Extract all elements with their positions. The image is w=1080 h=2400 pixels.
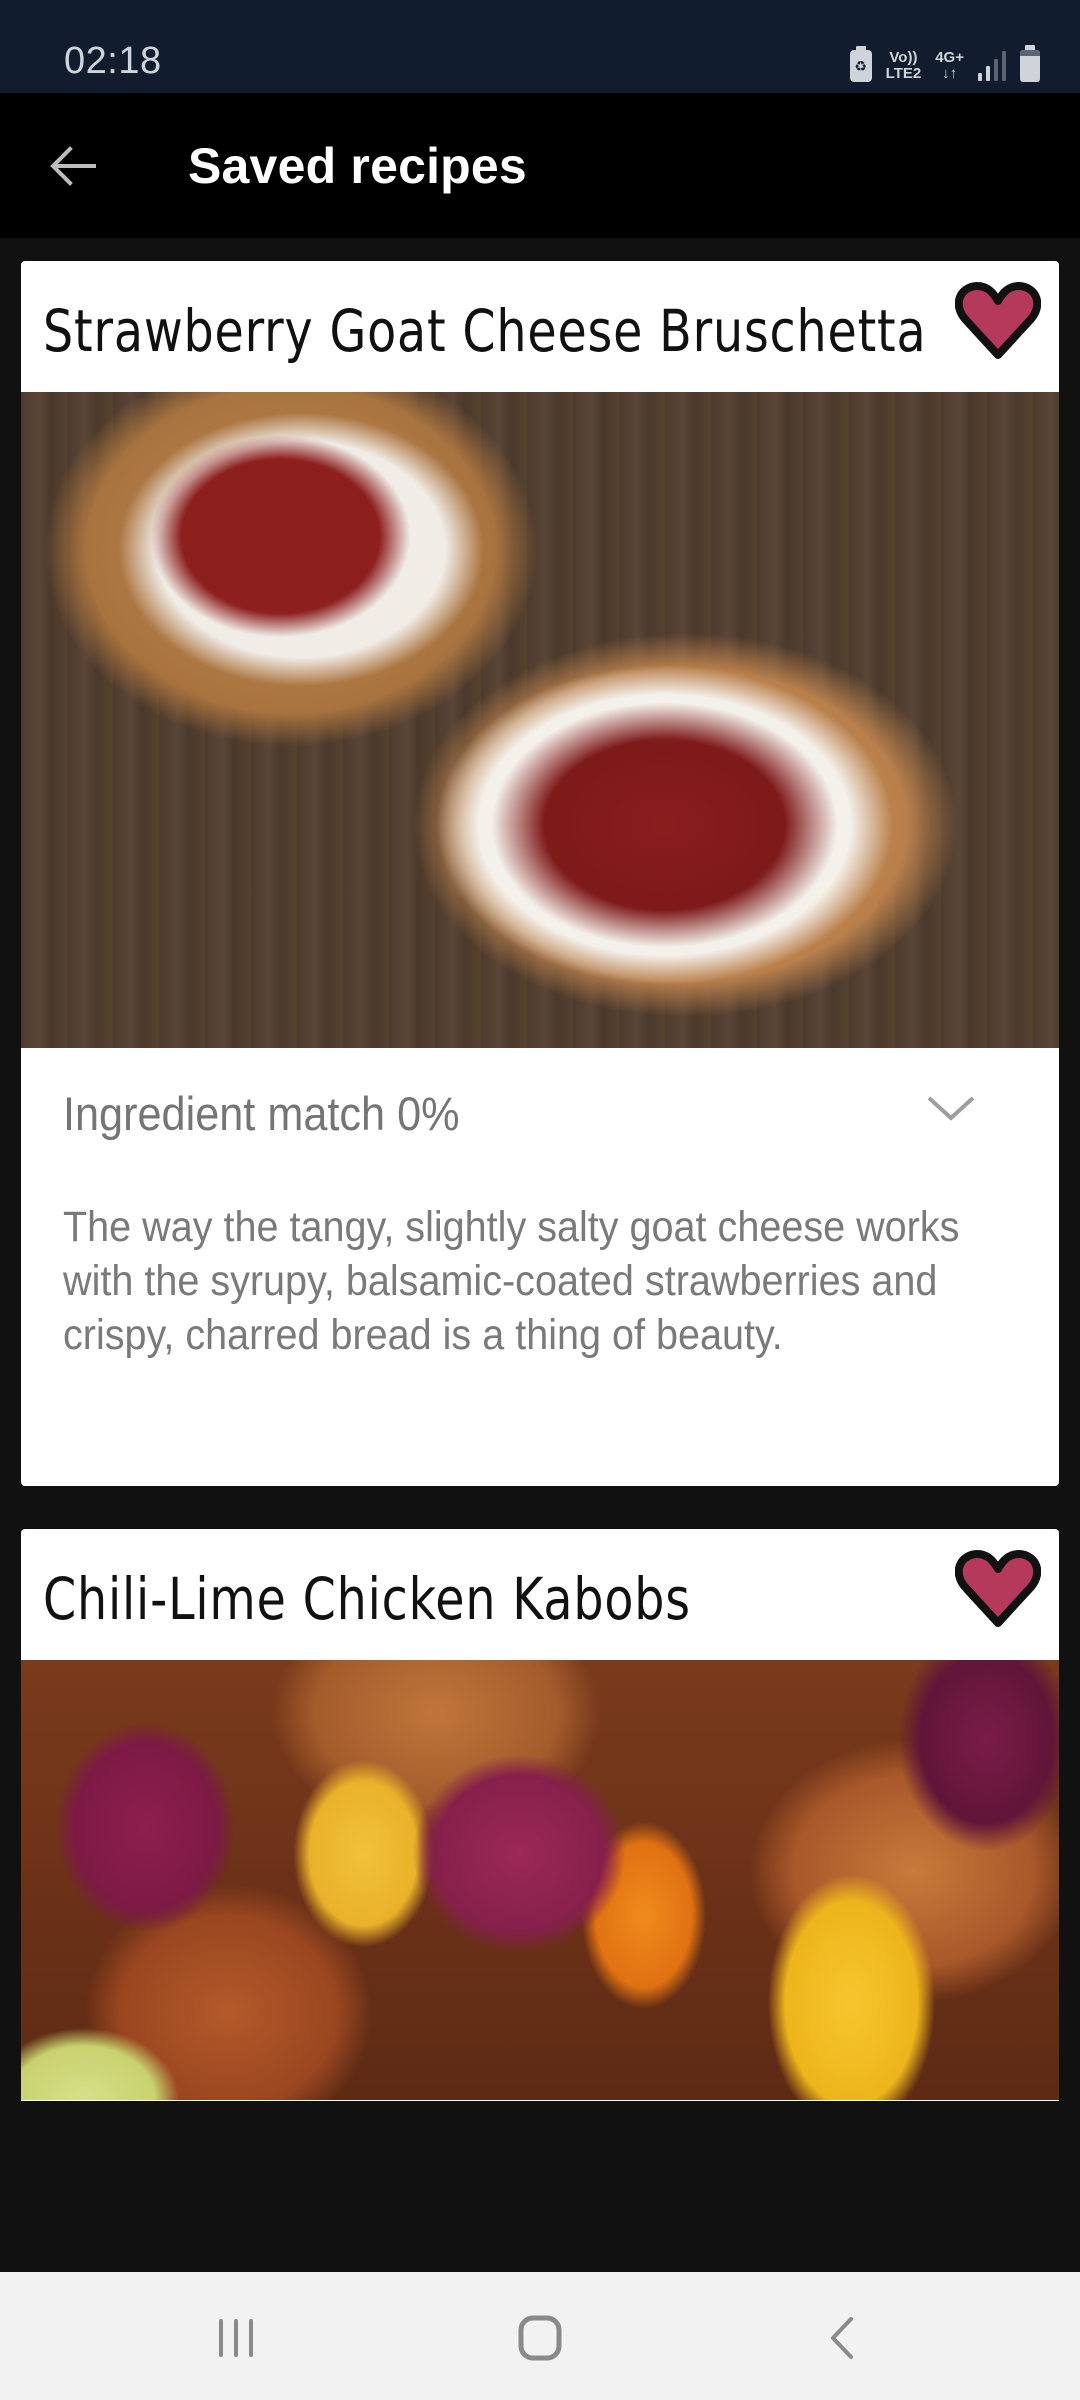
recipe-card-header: Strawberry Goat Cheese Bruschetta <box>21 261 1059 392</box>
home-button[interactable] <box>510 2308 570 2368</box>
signal-bar <box>994 59 998 81</box>
ingredient-match-toggle[interactable]: Ingredient match 0% <box>21 1048 1059 1180</box>
heart-icon <box>954 1550 1042 1627</box>
recipe-title[interactable]: Chili-Lime Chicken Kabobs <box>43 1565 691 1633</box>
chevron-down-icon[interactable] <box>923 1088 979 1128</box>
recipe-description-box: The way the tangy, slightly salty goat c… <box>21 1180 1059 1486</box>
recents-button[interactable] <box>206 2308 266 2368</box>
recipe-description: The way the tangy, slightly salty goat c… <box>63 1203 960 1359</box>
battery-icon <box>1020 45 1040 82</box>
recipe-image[interactable] <box>21 1660 1059 2100</box>
home-icon <box>518 2315 562 2361</box>
arrow-left-icon <box>50 146 96 186</box>
recents-icon <box>219 2319 253 2357</box>
recipe-card-header: Chili-Lime Chicken Kabobs <box>21 1529 1059 1660</box>
recipe-card[interactable]: Chili-Lime Chicken Kabobs <box>21 1529 1059 2101</box>
app-bar: Saved recipes <box>0 93 1080 238</box>
back-chevron-icon <box>831 2317 853 2359</box>
signal-bar <box>978 73 982 81</box>
lte2-label: LTE2 <box>885 65 922 82</box>
recipe-title[interactable]: Strawberry Goat Cheese Bruschetta <box>43 297 926 365</box>
battery-saver-glyph: ♻ <box>854 58 867 74</box>
signal-bar <box>986 66 990 81</box>
status-icons: ♻ Vo)) LTE2 4G+ ↓↑ <box>849 45 1040 86</box>
nav-back-button[interactable] <box>812 2308 872 2368</box>
favorite-button[interactable] <box>954 1549 1042 1629</box>
data-activity-arrows: ↓↑ <box>942 65 958 82</box>
network-type-label: 4G+ <box>935 49 964 66</box>
signal-icon <box>978 51 1006 81</box>
4g-plus-data-icon: 4G+ ↓↑ <box>935 50 964 82</box>
volte-label: Vo)) <box>889 49 918 66</box>
volte-lte2-icon: Vo)) LTE2 <box>886 50 922 82</box>
system-nav-bar <box>0 2272 1080 2400</box>
ingredient-match-label: Ingredient match 0% <box>63 1087 460 1140</box>
back-button[interactable] <box>40 133 106 199</box>
favorite-button[interactable] <box>954 281 1042 361</box>
status-time: 02:18 <box>64 40 162 82</box>
page-title: Saved recipes <box>188 138 527 194</box>
heart-icon <box>954 282 1042 359</box>
battery-saver-icon: ♻ <box>849 46 872 82</box>
recipe-image[interactable] <box>21 392 1059 1048</box>
signal-bar <box>1002 51 1006 81</box>
status-bar: 02:18 ♻ Vo)) LTE2 4G+ ↓↑ <box>0 0 1080 93</box>
recipe-card[interactable]: Strawberry Goat Cheese Bruschetta Ingred… <box>21 261 1059 1486</box>
